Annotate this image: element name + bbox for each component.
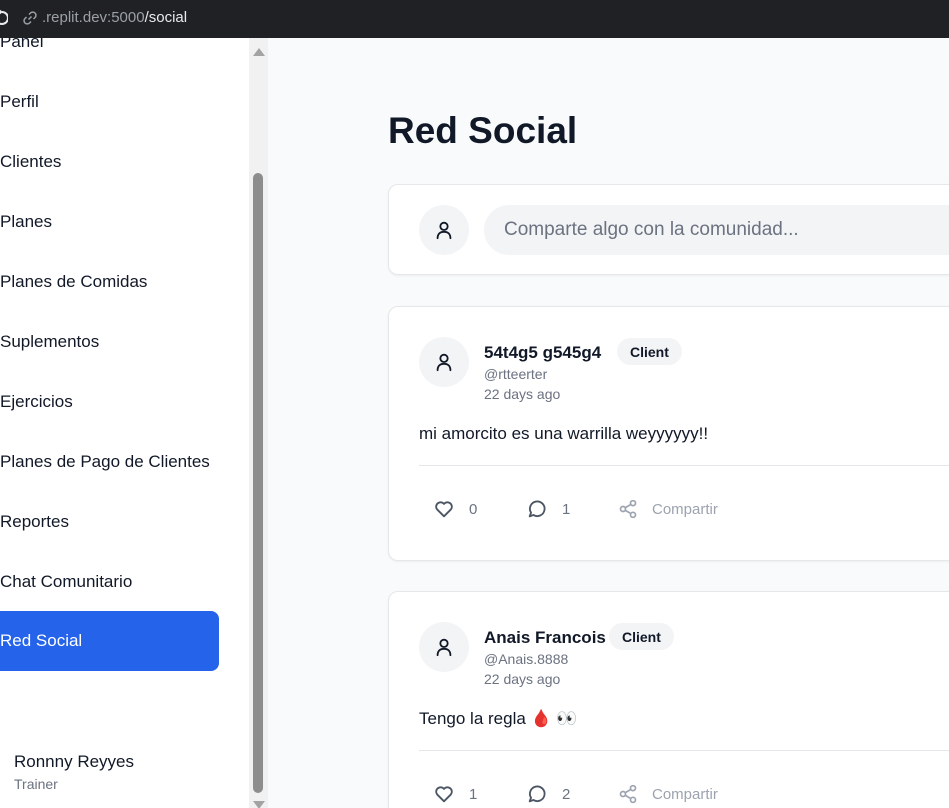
comment-button[interactable]: 2 [526, 780, 570, 808]
user-profile[interactable]: Ronnny Reyyes Trainer [14, 752, 134, 792]
heart-icon [435, 501, 453, 518]
post-body: Tengo la regla 🩸 👀 [419, 709, 578, 728]
sidebar-item-label: Planes de Comidas [0, 272, 148, 291]
share-button[interactable]: Compartir [618, 495, 718, 523]
sidebar-item-planes-de-pago[interactable]: Planes de Pago de Clientes [0, 432, 219, 492]
avatar[interactable] [419, 337, 469, 387]
comment-icon [528, 785, 546, 803]
avatar[interactable] [419, 622, 469, 672]
sidebar: Panel Perfil Clientes Planes Planes de C… [0, 38, 249, 808]
post-actions: 1 2 Compartir [419, 780, 949, 808]
page-title: Red Social [388, 110, 578, 151]
scrollbar-thumb[interactable] [253, 173, 263, 793]
sidebar-item-label: Perfil [0, 92, 39, 111]
post-card: 54t4g5 g545g4 Client @rtteerter 22 days … [388, 306, 949, 561]
sidebar-item-label: Clientes [0, 152, 62, 171]
composer-input[interactable] [484, 205, 949, 255]
post-timestamp: 22 days ago [484, 671, 561, 687]
post-composer [388, 184, 949, 275]
post-author-handle: @rtteerter [484, 366, 548, 382]
scroll-up-arrow-icon[interactable] [253, 48, 265, 56]
post-author-name[interactable]: Anais Francois [484, 628, 606, 648]
sidebar-item-planes[interactable]: Planes [0, 192, 219, 252]
like-count: 1 [469, 785, 478, 803]
avatar [419, 205, 469, 255]
like-button[interactable]: 0 [433, 495, 477, 523]
role-badge: Client [617, 338, 682, 365]
heart-icon [435, 786, 453, 803]
post-timestamp: 22 days ago [484, 386, 561, 402]
sidebar-item-reportes[interactable]: Reportes [0, 492, 219, 552]
share-label: Compartir [652, 785, 718, 803]
url-path: /social [144, 9, 188, 26]
sidebar-item-label: Planes [0, 212, 52, 231]
user-name: Ronnny Reyyes [14, 752, 135, 771]
sidebar-item-label: Planes de Pago de Clientes [0, 452, 210, 471]
user-icon [436, 638, 452, 657]
scroll-down-arrow-icon[interactable] [253, 801, 265, 808]
browser-address-bar[interactable]: .replit.dev:5000/social [0, 0, 949, 38]
sidebar-item-suplementos[interactable]: Suplementos [0, 312, 219, 372]
comment-button[interactable]: 1 [526, 495, 570, 523]
sidebar-item-label: Ejercicios [0, 392, 73, 411]
post-actions: 0 1 Compartir [419, 495, 949, 523]
like-count: 0 [469, 500, 478, 518]
comment-count: 2 [562, 785, 571, 803]
like-button[interactable]: 1 [433, 780, 477, 808]
link-icon [23, 11, 37, 25]
sidebar-scrollbar[interactable] [249, 38, 268, 808]
main-content: Red Social 54t4g5 g545g4 Client @rtteert… [268, 38, 949, 808]
post-author-handle: @Anais.8888 [484, 651, 569, 667]
sidebar-item-label: Panel [0, 38, 44, 51]
divider [419, 465, 949, 466]
user-icon [436, 353, 452, 372]
sidebar-item-label: Suplementos [0, 332, 100, 351]
url-host: .replit.dev:5000 [42, 9, 145, 26]
sidebar-item-red-social[interactable]: Red Social [0, 611, 219, 671]
share-icon [619, 784, 637, 804]
sidebar-item-perfil[interactable]: Perfil [0, 72, 219, 132]
sidebar-item-label: Red Social [0, 631, 83, 650]
sidebar-item-planes-de-comidas[interactable]: Planes de Comidas [0, 252, 219, 312]
sidebar-item-chat-comunitario[interactable]: Chat Comunitario [0, 552, 219, 612]
sidebar-item-label: Reportes [0, 512, 69, 531]
post-card: Anais Francois Client @Anais.8888 22 day… [388, 591, 949, 808]
post-body: mi amorcito es una warrilla weyyyyyy!! [419, 424, 709, 443]
reload-icon[interactable] [0, 9, 8, 27]
sidebar-item-ejercicios[interactable]: Ejercicios [0, 372, 219, 432]
sidebar-item-label: Chat Comunitario [0, 572, 133, 591]
comment-icon [528, 500, 546, 518]
share-icon [619, 499, 637, 519]
role-badge: Client [609, 623, 674, 650]
url-text[interactable]: .replit.dev:5000/social [42, 9, 187, 26]
share-label: Compartir [652, 500, 718, 518]
user-icon [436, 221, 452, 240]
divider [419, 750, 949, 751]
share-button[interactable]: Compartir [618, 780, 718, 808]
user-role: Trainer [14, 776, 58, 792]
post-author-name[interactable]: 54t4g5 g545g4 [484, 343, 601, 363]
sidebar-item-panel[interactable]: Panel [0, 38, 219, 72]
comment-count: 1 [562, 500, 571, 518]
sidebar-item-clientes[interactable]: Clientes [0, 132, 219, 192]
